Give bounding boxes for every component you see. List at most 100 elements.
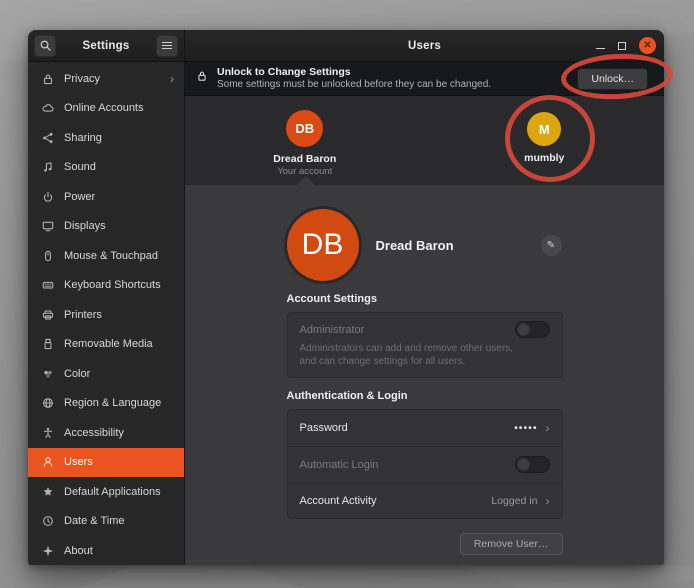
globe-icon — [40, 396, 55, 411]
account-settings-card: Administrator Administrators can add and… — [287, 312, 563, 378]
maximize-button[interactable] — [618, 42, 626, 50]
usb-drive-icon — [40, 337, 55, 352]
star-icon — [40, 484, 55, 499]
sidebar-item-sharing[interactable]: Sharing — [28, 123, 184, 153]
sidebar-item-keyboard-shortcuts[interactable]: Keyboard Shortcuts — [28, 271, 184, 301]
settings-window: Settings Users ✕ Privacy › Online Ac — [28, 30, 664, 565]
sidebar-item-label: Sound — [64, 161, 96, 173]
sidebar-item-label: Color — [64, 368, 90, 380]
switch-knob — [517, 458, 530, 471]
desktop: Settings Users ✕ Privacy › Online Ac — [0, 0, 694, 588]
sidebar-item-label: Privacy — [64, 73, 100, 85]
sidebar-item-online-accounts[interactable]: Online Accounts — [28, 94, 184, 124]
share-icon — [40, 130, 55, 145]
unlock-button[interactable]: Unlock… — [577, 68, 648, 90]
remove-user-row: Remove User… — [287, 533, 563, 555]
profile-row: DB Dread Baron ✎ — [287, 209, 563, 281]
close-button[interactable]: ✕ — [639, 37, 656, 54]
sidebar-item-label: Printers — [64, 309, 102, 321]
automatic-login-switch[interactable] — [515, 456, 550, 473]
menu-button[interactable] — [156, 35, 178, 57]
avatar-dread-baron: DB — [286, 110, 323, 147]
account-activity-label: Account Activity — [300, 495, 377, 507]
sidebar-item-privacy[interactable]: Privacy › — [28, 64, 184, 94]
administrator-switch[interactable] — [515, 321, 550, 338]
automatic-login-row: Automatic Login — [288, 446, 562, 482]
search-button[interactable] — [34, 35, 56, 57]
starburst-icon — [40, 543, 55, 558]
color-swatch-icon — [40, 366, 55, 381]
section-header-auth-login: Authentication & Login — [287, 390, 563, 402]
music-note-icon — [40, 160, 55, 175]
sidebar-item-label: About — [64, 545, 93, 557]
cloud-icon — [40, 101, 55, 116]
panel-title: Users — [408, 40, 441, 52]
mouse-icon — [40, 248, 55, 263]
carousel-user-name: Dread Baron — [273, 153, 336, 165]
sidebar-item-about[interactable]: About — [28, 536, 184, 565]
carousel-user-dread-baron[interactable]: DB Dread Baron Your account — [185, 96, 425, 185]
avatar-mumbly: M — [527, 112, 561, 146]
automatic-login-label: Automatic Login — [300, 459, 379, 471]
lock-icon — [40, 71, 55, 86]
sidebar-item-label: Mouse & Touchpad — [64, 250, 158, 262]
sidebar-item-sound[interactable]: Sound — [28, 153, 184, 183]
user-carousel: DB Dread Baron Your account M mumbly — [185, 96, 664, 185]
accessibility-icon — [40, 425, 55, 440]
sidebar-item-label: Accessibility — [64, 427, 124, 439]
sidebar-item-color[interactable]: Color — [28, 359, 184, 389]
profile-name: Dread Baron — [376, 238, 454, 253]
sidebar-item-label: Power — [64, 191, 95, 203]
sidebar-headerbar: Settings — [28, 30, 185, 62]
sidebar-item-default-applications[interactable]: Default Applications — [28, 477, 184, 507]
section-header-account-settings: Account Settings — [287, 293, 563, 305]
selected-user-caret — [297, 176, 315, 185]
sidebar-item-label: Date & Time — [64, 515, 125, 527]
display-icon — [40, 219, 55, 234]
clock-icon — [40, 514, 55, 529]
sidebar-item-users[interactable]: Users — [28, 448, 184, 478]
profile-avatar[interactable]: DB — [287, 209, 359, 281]
administrator-label: Administrator — [300, 324, 365, 336]
chevron-right-icon: › — [170, 72, 174, 86]
keyboard-icon — [40, 278, 55, 293]
app-title: Settings — [83, 40, 130, 52]
minimize-button[interactable] — [596, 42, 605, 49]
sidebar: Privacy › Online Accounts Sharing Sound … — [28, 62, 185, 565]
sidebar-item-label: Removable Media — [64, 338, 153, 350]
remove-user-button[interactable]: Remove User… — [460, 533, 563, 555]
sidebar-item-label: Default Applications — [64, 486, 161, 498]
chevron-right-icon: › — [546, 421, 550, 435]
sidebar-item-label: Sharing — [64, 132, 102, 144]
sidebar-item-region-language[interactable]: Region & Language — [28, 389, 184, 419]
sidebar-item-removable-media[interactable]: Removable Media — [28, 330, 184, 360]
sidebar-item-accessibility[interactable]: Accessibility — [28, 418, 184, 448]
sidebar-item-date-time[interactable]: Date & Time — [28, 507, 184, 537]
close-icon: ✕ — [643, 41, 651, 51]
power-icon — [40, 189, 55, 204]
sidebar-item-power[interactable]: Power — [28, 182, 184, 212]
switch-knob — [517, 323, 530, 336]
search-icon — [39, 39, 52, 52]
unlock-infobar: Unlock to Change Settings Some settings … — [185, 62, 664, 96]
user-icon — [40, 455, 55, 470]
user-details: DB Dread Baron ✎ Account Settings Admini… — [185, 185, 664, 565]
password-row[interactable]: Password ••••• › — [288, 410, 562, 446]
sidebar-item-mouse-touchpad[interactable]: Mouse & Touchpad — [28, 241, 184, 271]
chevron-right-icon: › — [546, 494, 550, 508]
account-activity-row[interactable]: Account Activity Logged in › — [288, 482, 562, 518]
sidebar-item-printers[interactable]: Printers — [28, 300, 184, 330]
minimize-icon — [596, 48, 605, 49]
maximize-icon — [618, 42, 626, 50]
carousel-user-mumbly[interactable]: M mumbly — [425, 96, 665, 185]
password-value: ••••• — [514, 422, 537, 434]
sidebar-item-displays[interactable]: Displays — [28, 212, 184, 242]
sidebar-item-label: Online Accounts — [64, 102, 144, 114]
edit-name-button[interactable]: ✎ — [540, 234, 563, 257]
infobar-title: Unlock to Change Settings — [217, 66, 491, 79]
users-panel: Unlock to Change Settings Some settings … — [185, 62, 664, 565]
main-headerbar[interactable]: Users ✕ — [185, 30, 664, 62]
sidebar-item-label: Users — [64, 456, 93, 468]
administrator-description: Administrators can add and remove other … — [300, 342, 530, 368]
sidebar-item-label: Displays — [64, 220, 106, 232]
